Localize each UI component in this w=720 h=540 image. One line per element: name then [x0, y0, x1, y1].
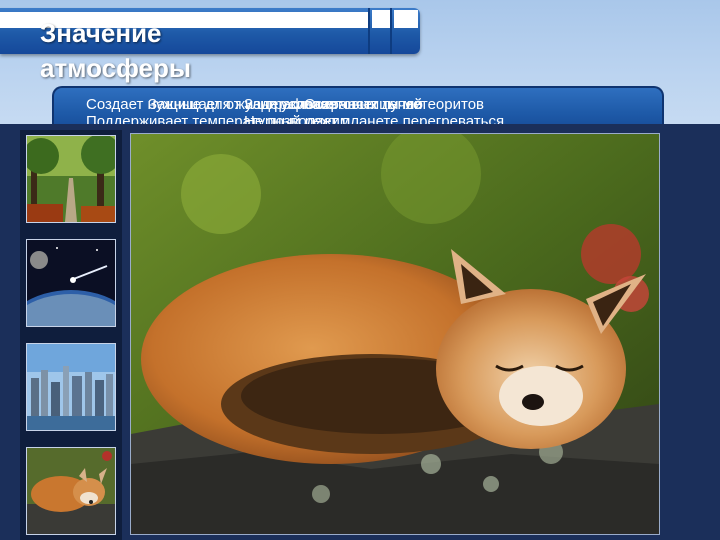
- title-decor-block: [394, 10, 418, 28]
- thumbnail-fox[interactable]: [26, 447, 116, 535]
- thumbnail-space[interactable]: [26, 239, 116, 327]
- main-photo-fox: [130, 133, 660, 535]
- page-title: Значение атмосферы: [40, 18, 192, 83]
- thumbnail-city[interactable]: [26, 343, 116, 431]
- city-icon: [27, 344, 115, 430]
- title-divider: [390, 8, 392, 54]
- planet-icon: [27, 240, 115, 326]
- fox-icon: [27, 448, 115, 534]
- caption-text: Сохраняет тепло: [304, 96, 423, 113]
- title-decor-block: [372, 10, 390, 28]
- forest-icon: [27, 136, 115, 222]
- title-divider: [368, 8, 370, 54]
- thumbnail-forest[interactable]: [26, 135, 116, 223]
- thumbnail-strip: [20, 130, 122, 540]
- fox-photo: [131, 134, 659, 534]
